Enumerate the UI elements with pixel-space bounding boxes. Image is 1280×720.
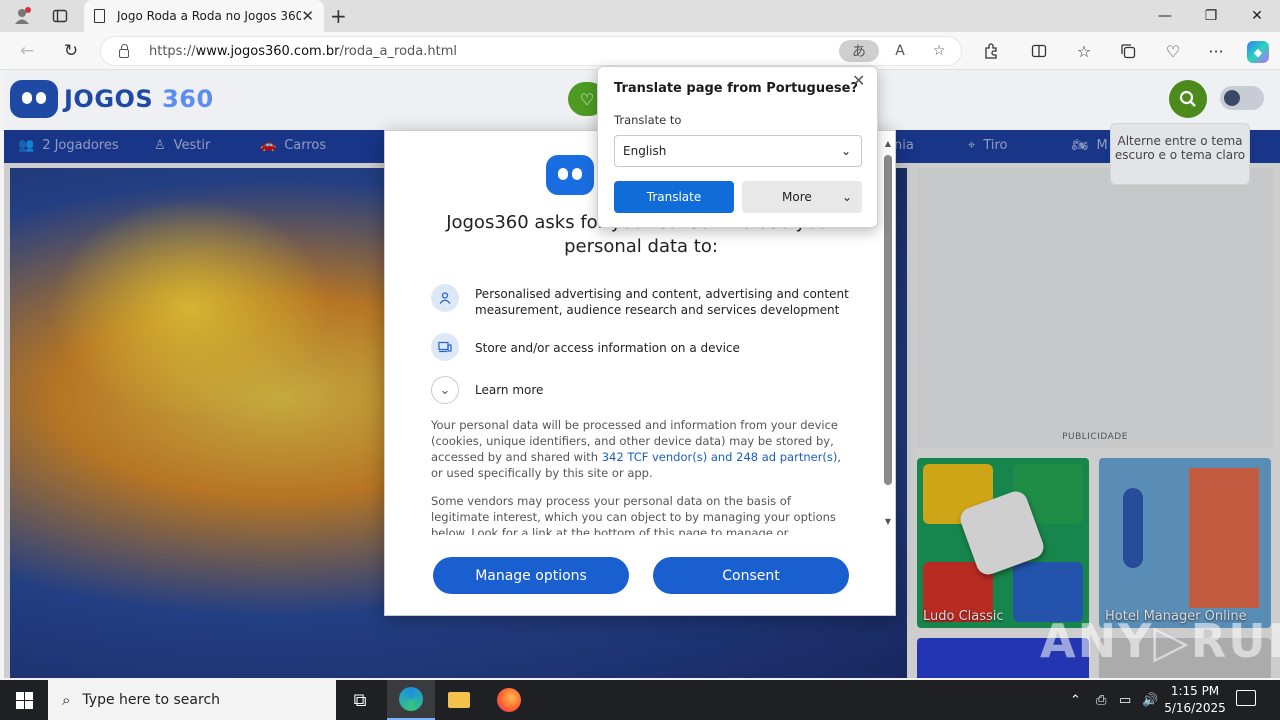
purpose-store-access: Store and/or access information on a dev… (431, 333, 740, 361)
read-aloud-icon[interactable]: A (886, 40, 914, 62)
scroll-up-icon[interactable]: ▲ (882, 139, 894, 148)
translate-icon[interactable]: あ (839, 40, 879, 62)
browser-tab-bar: Jogo Roda a Roda no Jogos 360 ✕ + — ❐ ✕ (0, 0, 1280, 32)
manage-options-button[interactable]: Manage options (433, 557, 629, 594)
firefox-icon (497, 688, 521, 712)
windows-taskbar: ⌕ Type here to search ⧉ ⌃ ⎙ ▭ 🔊 1:15 PM … (0, 680, 1280, 720)
start-button[interactable] (0, 680, 48, 720)
translate-button[interactable]: Translate (614, 181, 734, 213)
profile-icon[interactable] (10, 4, 34, 28)
taskbar-firefox[interactable] (485, 680, 533, 720)
vendors-link[interactable]: 342 TCF vendor(s) and 248 ad partner(s) (602, 450, 838, 464)
volume-icon[interactable]: 🔊 (1142, 680, 1158, 720)
close-tab-icon[interactable]: ✕ (301, 7, 314, 25)
language-select[interactable]: English ⌄ (614, 135, 862, 167)
theme-toggle[interactable] (1220, 86, 1264, 110)
edge-icon (399, 687, 423, 711)
taskbar-search[interactable]: ⌕ Type here to search (48, 680, 336, 720)
consent-body-text-2: Some vendors may process your personal d… (431, 494, 836, 535)
network-icon[interactable]: ▭ (1119, 680, 1131, 720)
copilot-icon[interactable]: ◆ (1247, 41, 1269, 63)
new-tab-icon[interactable]: + (330, 4, 347, 28)
chevron-down-icon: ⌄ (840, 144, 851, 158)
windows-logo-icon (15, 691, 33, 709)
translate-popup: Translate page from Portuguese? ✕ Transl… (597, 66, 878, 228)
browser-essentials-icon[interactable]: ♡ (1160, 39, 1186, 63)
favorite-star-icon[interactable]: ☆ (925, 40, 953, 62)
scrollbar-thumb[interactable] (884, 155, 892, 485)
translate-title: Translate page from Portuguese? (614, 81, 859, 96)
theme-tooltip: Alterne entre o tema escuro e o tema cla… (1110, 123, 1250, 185)
chevron-down-icon: ⌄ (431, 376, 459, 404)
site-search-button[interactable] (1169, 80, 1207, 118)
jogos360-logo-icon (546, 155, 594, 195)
site-logo[interactable]: JOGOS 360 (10, 80, 214, 118)
taskbar-file-explorer[interactable] (435, 680, 483, 720)
logo-text: JOGOS 360 (64, 85, 214, 113)
purpose-personalised-ads: Personalised advertising and content, ad… (431, 284, 895, 318)
anyrun-watermark: ANY▷RUN (1040, 614, 1280, 668)
translate-to-label: Translate to (614, 113, 682, 127)
restore-icon[interactable]: ❐ (1188, 0, 1234, 32)
minimize-icon[interactable]: — (1142, 0, 1188, 32)
scroll-down-icon[interactable]: ▼ (882, 517, 894, 526)
address-bar[interactable]: https://www.jogos360.com.br/roda_a_roda.… (100, 36, 962, 66)
task-view-icon[interactable]: ⧉ (336, 680, 384, 720)
consent-scrollbar[interactable]: ▲ ▼ (882, 139, 894, 529)
settings-more-icon[interactable]: ··· (1203, 39, 1229, 63)
consent-button[interactable]: Consent (653, 557, 849, 594)
more-button[interactable]: More ⌄ (742, 181, 862, 213)
page-icon (94, 9, 105, 23)
learn-more-toggle[interactable]: ⌄ Learn more (431, 376, 543, 404)
tab-actions-icon[interactable] (48, 4, 72, 28)
extensions-icon[interactable] (978, 39, 1004, 63)
close-window-icon[interactable]: ✕ (1234, 0, 1280, 32)
network-device-icon[interactable]: ⎙ (1096, 680, 1106, 720)
search-icon: ⌕ (62, 691, 71, 709)
close-icon[interactable]: ✕ (852, 71, 865, 90)
taskbar-edge[interactable] (387, 680, 435, 720)
active-tab[interactable]: Jogo Roda a Roda no Jogos 360 ✕ (84, 0, 324, 32)
collections-icon[interactable] (1115, 39, 1141, 63)
refresh-icon[interactable]: ↻ (58, 39, 84, 63)
taskbar-clock[interactable]: 1:15 PM 5/16/2025 (1160, 683, 1230, 717)
split-screen-icon[interactable] (1026, 39, 1052, 63)
url-text: https://www.jogos360.com.br/roda_a_roda.… (149, 43, 457, 59)
browser-toolbar: ← ↻ https://www.jogos360.com.br/roda_a_r… (0, 32, 1280, 70)
folder-icon (448, 692, 470, 708)
back-icon[interactable]: ← (14, 39, 40, 63)
notifications-icon[interactable] (1236, 690, 1256, 706)
favorites-icon[interactable]: ☆ (1071, 39, 1097, 63)
device-icon (431, 333, 459, 361)
person-icon (431, 284, 459, 312)
consent-body-text: Your personal data will be processed and… (431, 418, 842, 480)
tab-title: Jogo Roda a Roda no Jogos 360 (117, 9, 302, 23)
lock-icon[interactable] (119, 43, 129, 58)
tray-chevron-icon[interactable]: ⌃ (1070, 680, 1081, 720)
chevron-down-icon: ⌄ (841, 190, 852, 204)
logo-mascot-icon (10, 80, 58, 118)
